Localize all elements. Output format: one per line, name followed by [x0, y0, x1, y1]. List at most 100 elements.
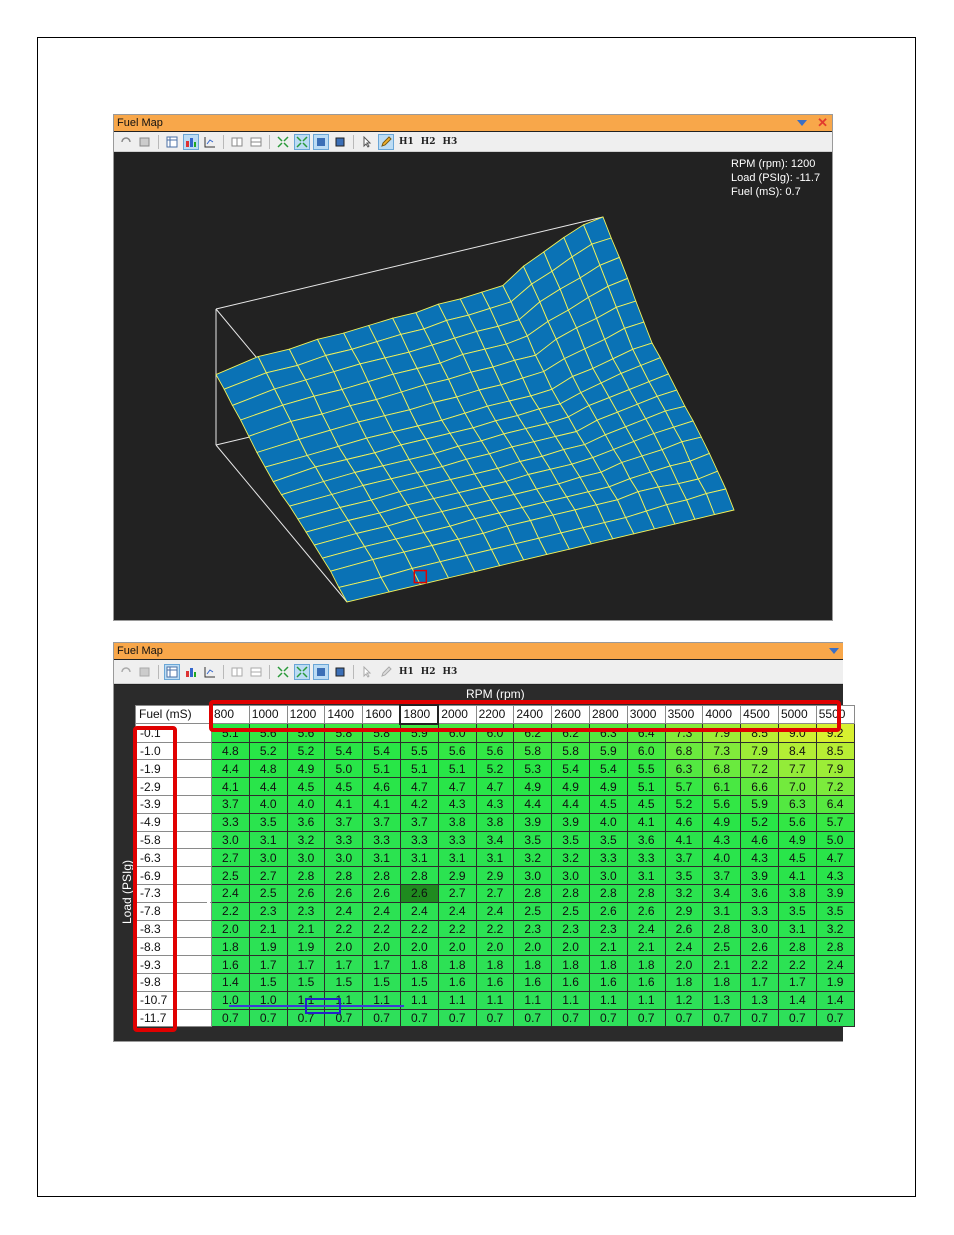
fuel-cell[interactable]: 6.0: [437, 723, 477, 743]
fuel-cell[interactable]: 1.4: [211, 972, 250, 992]
fuel-cell[interactable]: 1.7: [740, 972, 779, 992]
fuel-cell[interactable]: 4.9: [702, 812, 742, 832]
fuel-cell[interactable]: 5.4: [362, 741, 401, 761]
fuel-cell[interactable]: 5.5: [399, 741, 439, 761]
fuel-cell[interactable]: 2.6: [362, 883, 401, 903]
fuel-cell[interactable]: 1.5: [324, 972, 364, 992]
fuel-cell[interactable]: 2.4: [815, 955, 855, 974]
fuel-cell[interactable]: 3.3: [588, 848, 628, 868]
fuel-cell[interactable]: 3.2: [286, 830, 326, 850]
fuel-cell[interactable]: 2.4: [211, 883, 250, 903]
fuel-cell[interactable]: 0.7: [815, 1008, 855, 1028]
fuel-cell[interactable]: 1.9: [286, 937, 326, 957]
h3-button[interactable]: H3: [441, 137, 460, 147]
fuel-cell[interactable]: 3.7: [399, 812, 439, 832]
fuel-cell[interactable]: 1.5: [286, 972, 326, 992]
load-header[interactable]: -2.9: [135, 777, 212, 796]
rpm-header-5500[interactable]: 5500: [815, 704, 855, 725]
fuel-cell[interactable]: 3.1: [362, 848, 401, 868]
fuel-cell[interactable]: 2.7: [437, 883, 477, 903]
fuel-cell[interactable]: 5.6: [777, 812, 817, 832]
fuel-cell[interactable]: 3.7: [324, 812, 364, 832]
fuel-cell[interactable]: 3.3: [399, 830, 439, 850]
fuel-cell[interactable]: 3.0: [248, 848, 288, 868]
fuel-cell[interactable]: 1.7: [324, 955, 364, 974]
fuel-cell[interactable]: 2.8: [815, 937, 855, 957]
fuel-cell[interactable]: 7.9: [740, 741, 779, 761]
rpm-header-800[interactable]: 800: [211, 704, 250, 725]
fuel-cell[interactable]: 0.7: [740, 1008, 779, 1028]
fuel-cell[interactable]: 5.9: [399, 723, 439, 743]
fuel-cell[interactable]: 5.1: [626, 777, 666, 796]
fuel-cell[interactable]: 7.9: [815, 759, 855, 779]
fuel-cell[interactable]: 4.4: [551, 794, 590, 814]
fuel-cell[interactable]: 7.2: [740, 759, 779, 779]
fit-view-icon[interactable]: [313, 133, 329, 150]
fuel-cell[interactable]: 4.3: [437, 794, 477, 814]
fuel-cell[interactable]: 3.1: [702, 901, 742, 921]
fuel-cell[interactable]: 5.1: [211, 723, 250, 743]
fuel-cell[interactable]: 4.7: [475, 777, 515, 796]
fuel-cell[interactable]: 1.8: [399, 955, 439, 974]
fuel-cell[interactable]: 6.3: [588, 723, 628, 743]
fuel-cell[interactable]: 8.5: [740, 723, 779, 743]
fuel-cell[interactable]: 2.0: [475, 937, 515, 957]
pointer-icon[interactable]: [359, 134, 375, 150]
fuel-cell[interactable]: 1.8: [702, 972, 742, 992]
fuel-cell[interactable]: 2.0: [324, 937, 364, 957]
fuel-cell[interactable]: 5.2: [475, 759, 515, 779]
fuel-cell[interactable]: 1.8: [626, 955, 666, 974]
fuel-cell[interactable]: 1.5: [399, 972, 439, 992]
fuel-cell[interactable]: 0.7: [437, 1008, 477, 1028]
fuel-cell[interactable]: 0.7: [475, 1008, 515, 1028]
load-header[interactable]: -0.1: [135, 723, 212, 743]
fuel-cell[interactable]: 3.5: [815, 901, 855, 921]
h1-button[interactable]: H1: [397, 137, 416, 147]
h1-button[interactable]: H1: [397, 667, 416, 677]
rpm-header-4000[interactable]: 4000: [702, 704, 742, 725]
fuel-cell[interactable]: 4.6: [362, 777, 401, 796]
fuel-cell[interactable]: 6.0: [626, 741, 666, 761]
fuel-cell[interactable]: 3.3: [211, 812, 250, 832]
fuel-cell[interactable]: 2.9: [437, 866, 477, 885]
fuel-cell[interactable]: 3.7: [664, 848, 704, 868]
fuel-cell[interactable]: 1.8: [588, 955, 628, 974]
load-header[interactable]: -6.3: [135, 848, 212, 868]
fuel-cell[interactable]: 1.5: [248, 972, 288, 992]
fuel-cell[interactable]: 4.9: [588, 777, 628, 796]
fuel-cell[interactable]: 4.7: [437, 777, 477, 796]
fuel-cell[interactable]: 4.0: [588, 812, 628, 832]
h2-button[interactable]: H2: [419, 667, 438, 677]
fuel-cell[interactable]: 5.4: [551, 759, 590, 779]
fuel-cell[interactable]: 3.1: [475, 848, 515, 868]
fuel-cell[interactable]: 4.3: [815, 866, 855, 885]
fuel-cell[interactable]: 2.7: [211, 848, 250, 868]
fuel-cell[interactable]: 2.8: [551, 883, 590, 903]
fuel-cell[interactable]: 1.9: [815, 972, 855, 992]
rpm-header-1600[interactable]: 1600: [362, 704, 401, 725]
fuel-cell[interactable]: 3.3: [437, 830, 477, 850]
fuel-cell[interactable]: 1.1: [551, 990, 590, 1010]
fuel-cell[interactable]: 3.0: [286, 848, 326, 868]
rpm-header-3500[interactable]: 3500: [664, 704, 704, 725]
fuel-cell[interactable]: 3.5: [513, 830, 553, 850]
fuel-cell[interactable]: 5.2: [248, 741, 288, 761]
fuel-cell[interactable]: 2.9: [475, 866, 515, 885]
rpm-header-3000[interactable]: 3000: [626, 704, 666, 725]
fuel-cell[interactable]: 2.8: [702, 919, 742, 939]
3d-chart-icon[interactable]: [183, 133, 199, 150]
fuel-cell[interactable]: 5.6: [286, 723, 326, 743]
fuel-cell[interactable]: 3.1: [626, 866, 666, 885]
fuel-cell[interactable]: 3.3: [324, 830, 364, 850]
fuel-cell[interactable]: 2.4: [664, 937, 704, 957]
fuel-cell[interactable]: 6.4: [626, 723, 666, 743]
fuel-cell[interactable]: 2.8: [588, 883, 628, 903]
split-horizontal-icon[interactable]: [248, 134, 264, 150]
axis-chart-icon[interactable]: [202, 664, 218, 680]
fuel-cell[interactable]: 5.5: [626, 759, 666, 779]
fuel-cell[interactable]: 2.5: [702, 937, 742, 957]
fuel-cell[interactable]: 0.7: [551, 1008, 590, 1028]
fuel-cell[interactable]: 0.7: [513, 1008, 553, 1028]
fuel-cell[interactable]: 1.6: [626, 972, 666, 992]
fuel-cell[interactable]: 3.5: [664, 866, 704, 885]
